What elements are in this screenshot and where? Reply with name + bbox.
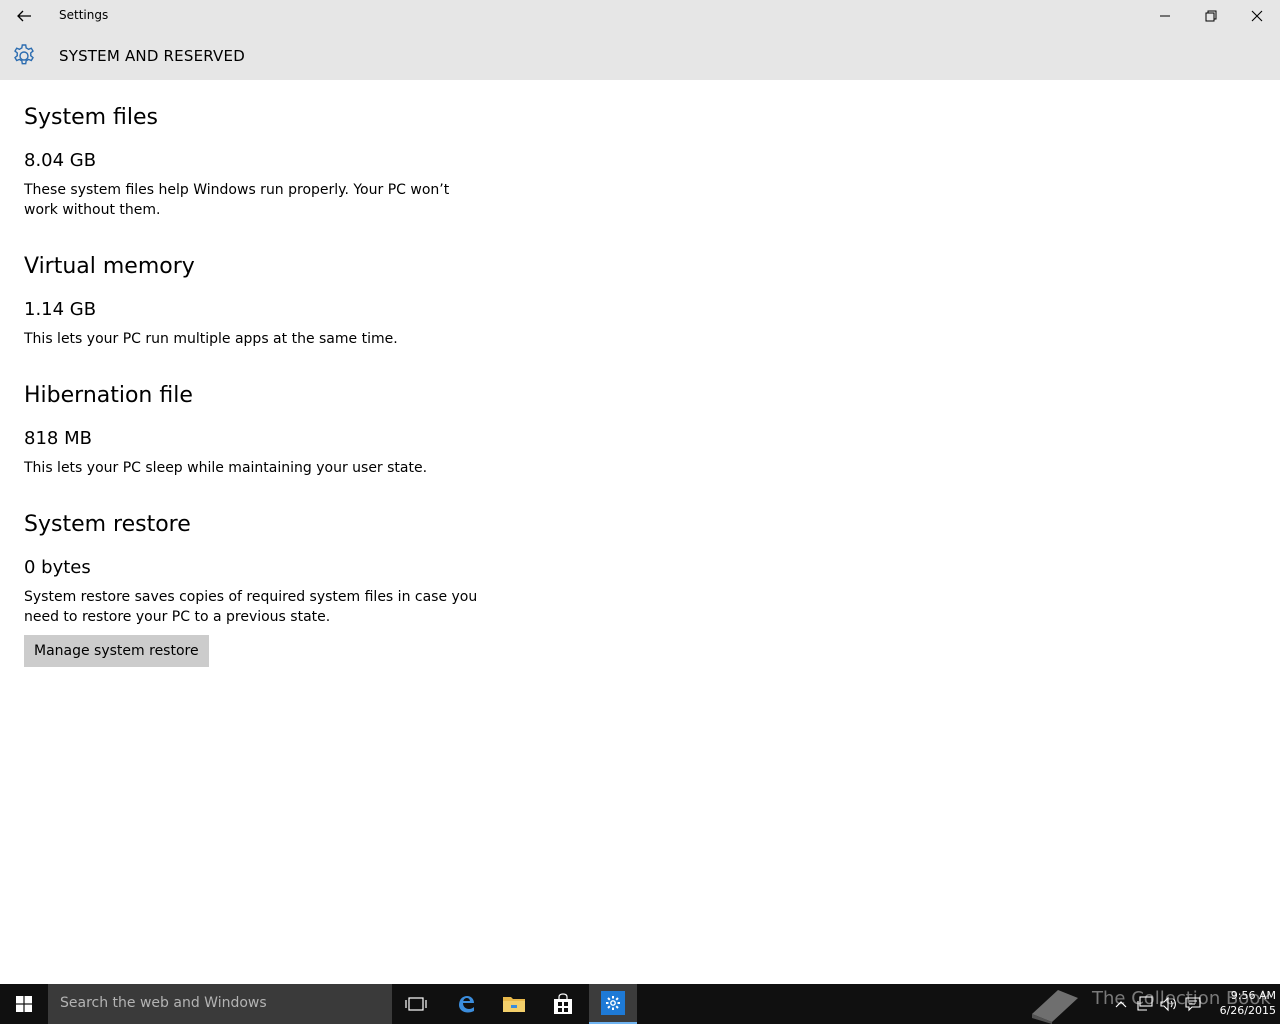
volume-button[interactable] (1158, 984, 1180, 1024)
gear-icon (606, 996, 620, 1010)
section-description: This lets your PC sleep while maintainin… (24, 460, 428, 476)
window-title: Settings (59, 8, 109, 22)
store-button[interactable] (539, 984, 587, 1024)
page-header: SYSTEM AND RESERVED (0, 32, 1280, 80)
network-icon (1137, 996, 1153, 1011)
chevron-up-icon (1115, 1001, 1127, 1008)
section-system-restore: System restore 0 bytes System restore sa… (24, 511, 484, 667)
close-button[interactable] (1234, 0, 1280, 32)
minimize-button[interactable] (1142, 0, 1188, 32)
restore-icon (1205, 10, 1217, 22)
show-hidden-icons-button[interactable] (1110, 984, 1132, 1024)
task-view-button[interactable] (392, 984, 440, 1024)
section-system-files: System files 8.04 GB These system files … (24, 104, 484, 220)
manage-system-restore-button[interactable]: Manage system restore (24, 635, 209, 667)
back-arrow-icon (17, 10, 31, 22)
gear-icon (14, 44, 34, 65)
back-button[interactable] (8, 0, 40, 32)
section-description: System restore saves copies of required … (24, 589, 478, 625)
section-size: 8.04 GB (24, 150, 97, 171)
settings-app-tile (601, 991, 625, 1015)
title-bar: Settings (0, 0, 1280, 32)
start-button[interactable] (0, 984, 48, 1024)
speaker-icon (1160, 996, 1176, 1012)
section-size: 0 bytes (24, 557, 91, 578)
action-center-button[interactable] (1182, 984, 1204, 1024)
section-hibernation-file: Hibernation file 818 MB This lets your P… (24, 382, 484, 478)
restore-button[interactable] (1188, 0, 1234, 32)
edge-button[interactable] (442, 984, 490, 1024)
section-title: Virtual memory (24, 254, 195, 279)
task-view-icon (405, 997, 427, 1011)
section-title: System restore (24, 512, 191, 537)
clock-time: 9:56 AM (1230, 989, 1276, 1002)
folder-icon (503, 997, 525, 1012)
clock-date: 6/26/2015 (1219, 1004, 1276, 1017)
search-box[interactable]: Search the web and Windows (48, 984, 392, 1024)
book-logo-icon (1032, 990, 1078, 1024)
network-button[interactable] (1134, 984, 1156, 1024)
file-explorer-button[interactable] (490, 984, 538, 1024)
section-description: These system files help Windows run prop… (24, 182, 450, 218)
section-size: 818 MB (24, 428, 92, 449)
windows-logo-icon (16, 996, 32, 1012)
store-bag-icon (554, 993, 572, 1014)
minimize-icon (1160, 15, 1170, 17)
section-title: System files (24, 105, 158, 130)
edge-browser-icon (459, 996, 474, 1013)
search-placeholder: Search the web and Windows (60, 995, 267, 1011)
clock[interactable]: 9:56 AM 6/26/2015 (1204, 988, 1276, 1018)
close-icon (1251, 10, 1263, 22)
notification-icon (1185, 997, 1201, 1012)
settings-taskbar-button[interactable] (589, 984, 637, 1024)
section-title: Hibernation file (24, 383, 193, 408)
section-size: 1.14 GB (24, 299, 97, 320)
section-description: This lets your PC run multiple apps at t… (24, 331, 398, 347)
section-virtual-memory: Virtual memory 1.14 GB This lets your PC… (24, 253, 484, 349)
page-title: SYSTEM AND RESERVED (59, 47, 245, 65)
taskbar: Search the web and Windows The Collectio… (0, 984, 1280, 1024)
